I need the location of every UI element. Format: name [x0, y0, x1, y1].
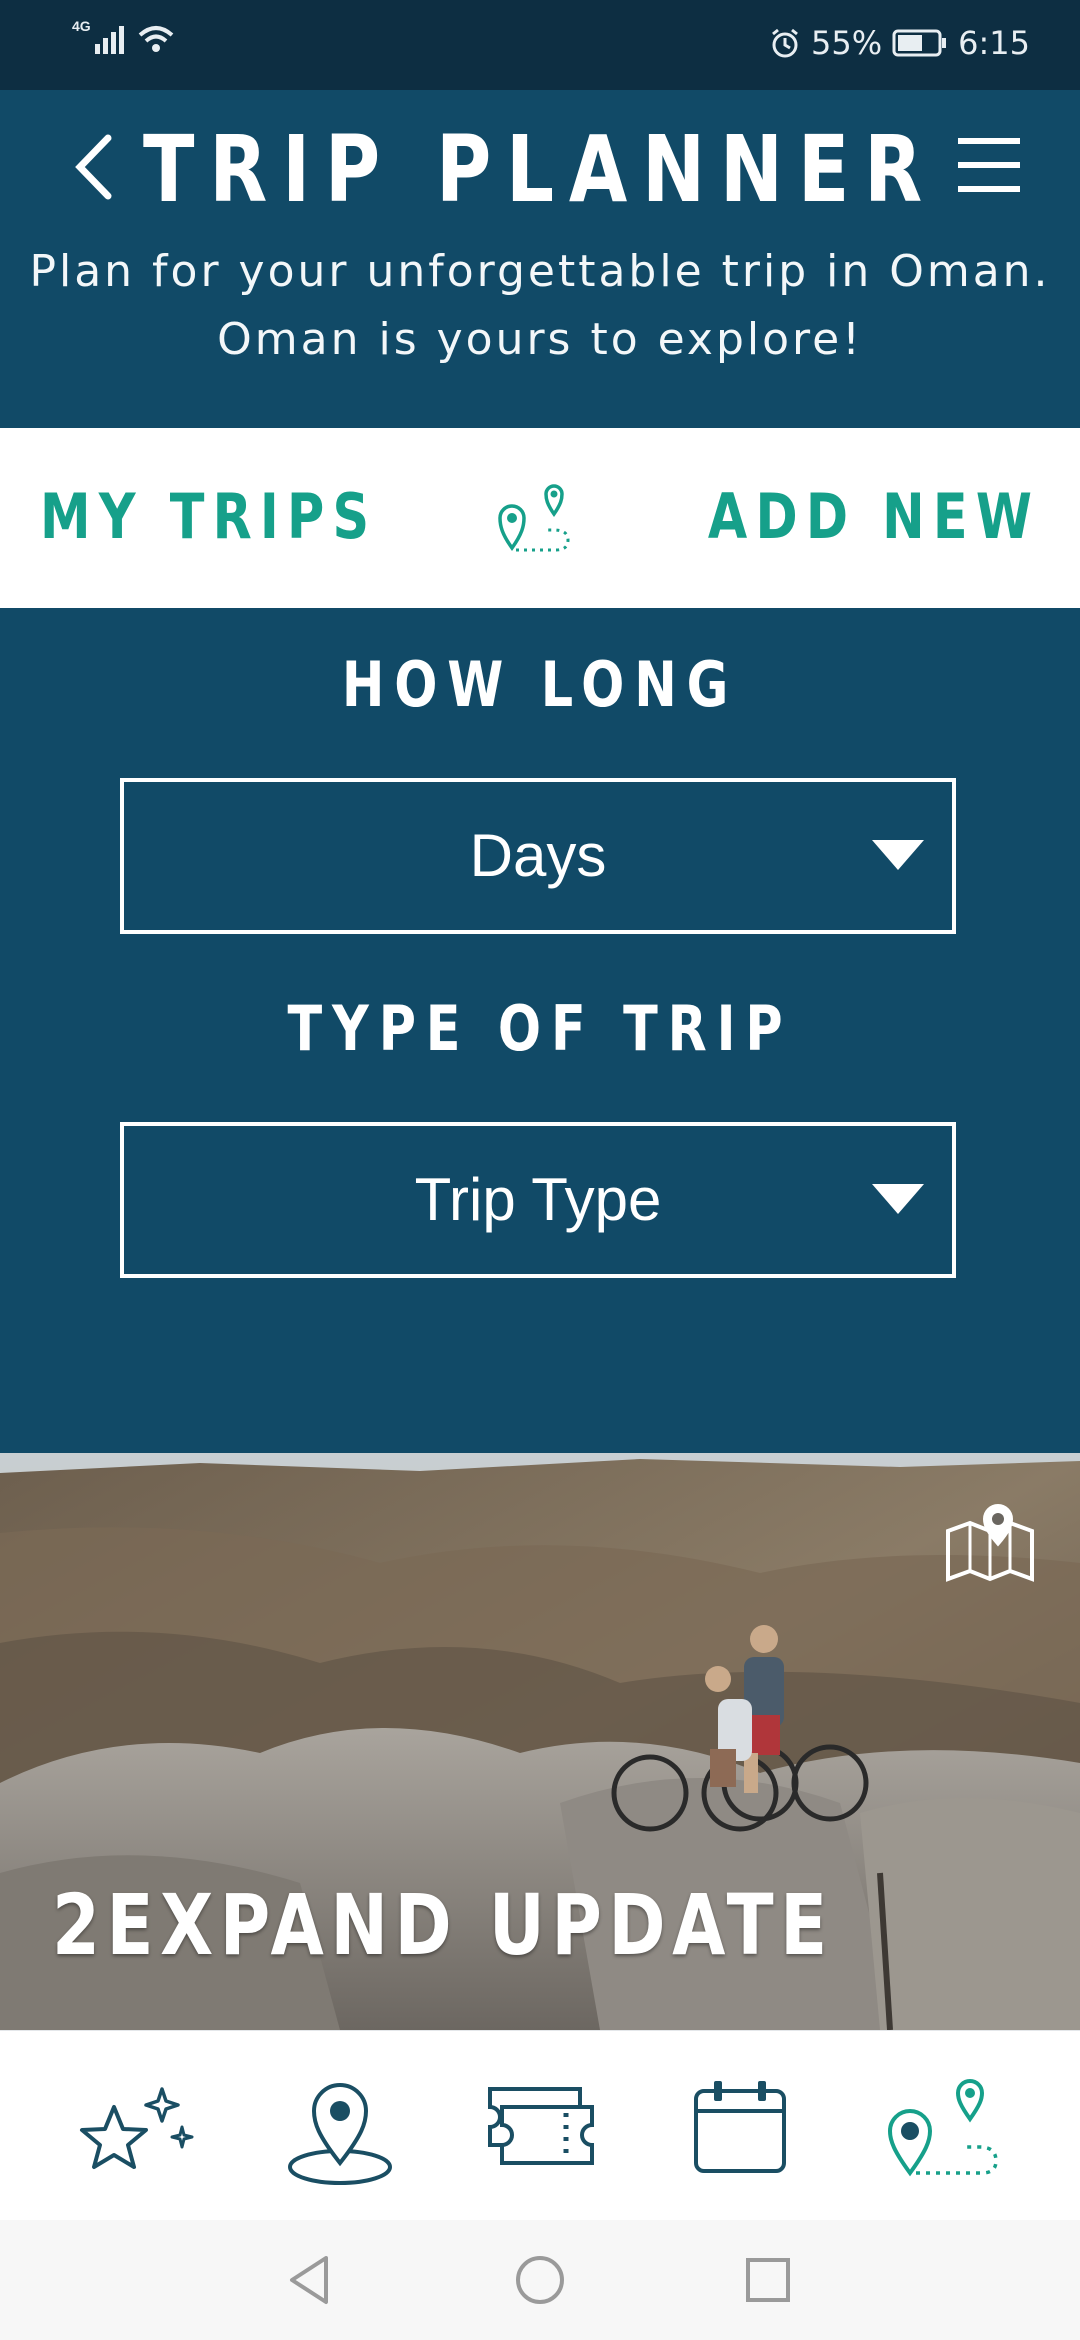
- caret-down-icon: [872, 1184, 924, 1214]
- nav-highlights[interactable]: [64, 2067, 204, 2187]
- calendar-icon: [694, 2081, 786, 2173]
- signal-icon: [94, 26, 124, 54]
- network-type: 4G: [72, 18, 91, 34]
- status-bar: 4G 55% 6:15: [0, 0, 1080, 90]
- nav-tickets[interactable]: [470, 2067, 610, 2187]
- trip-type-select[interactable]: Trip Type: [120, 1122, 956, 1278]
- featured-title: 2EXPAND UPDATE: [52, 1876, 834, 1974]
- tagline: Plan for your unforgettable trip in Oman…: [0, 238, 1080, 374]
- trip-form: HOW LONG Days TYPE OF TRIP Trip Type: [0, 608, 1080, 1453]
- tab-my-trips[interactable]: MY TRIPS: [40, 480, 377, 553]
- tab-add-new[interactable]: ADD NEW: [708, 480, 1040, 553]
- clock: 6:15: [958, 24, 1030, 62]
- route-icon: [887, 2079, 998, 2177]
- star-sparkle-icon: [80, 2087, 194, 2169]
- caret-down-icon: [872, 840, 924, 870]
- hamburger-icon: [958, 138, 1020, 192]
- alarm-icon: [772, 28, 798, 58]
- battery-icon: [892, 29, 947, 57]
- wifi-icon: [138, 26, 174, 52]
- how-long-label: HOW LONG: [341, 648, 739, 721]
- featured-trip-card[interactable]: 2EXPAND UPDATE: [0, 1453, 1080, 2030]
- square-recents-icon: [746, 2258, 790, 2302]
- route-icon: [498, 484, 570, 552]
- system-navigation-bar: [0, 2220, 1080, 2340]
- system-home-button[interactable]: [510, 2250, 570, 2310]
- trip-tabs: MY TRIPS ADD NEW: [0, 428, 1080, 608]
- nav-events[interactable]: [670, 2067, 810, 2187]
- trip-type-select-value: Trip Type: [414, 1166, 662, 1233]
- circle-home-icon: [516, 2256, 564, 2304]
- tagline-line-2: Oman is yours to explore!: [217, 314, 863, 365]
- map-pin-icon[interactable]: [944, 1501, 1036, 1583]
- days-select-value: Days: [469, 822, 607, 889]
- location-pin-icon: [288, 2083, 392, 2185]
- bottom-nav: [0, 2030, 1080, 2221]
- menu-button[interactable]: [954, 130, 1024, 200]
- ticket-icon: [488, 2087, 594, 2165]
- system-back-button[interactable]: [280, 2250, 340, 2310]
- nav-places[interactable]: [270, 2067, 410, 2187]
- battery-percent: 55%: [811, 24, 883, 62]
- header: TRIP PLANNER Plan for your unforgettable…: [0, 90, 1080, 428]
- page-title: TRIP PLANNER: [143, 116, 937, 223]
- system-recents-button[interactable]: [738, 2250, 798, 2310]
- type-of-trip-label: TYPE OF TRIP: [287, 992, 793, 1065]
- tagline-line-1: Plan for your unforgettable trip in Oman…: [29, 246, 1051, 297]
- days-select[interactable]: Days: [120, 778, 956, 934]
- triangle-back-icon: [290, 2256, 328, 2304]
- nav-trip-planner[interactable]: [870, 2067, 1010, 2187]
